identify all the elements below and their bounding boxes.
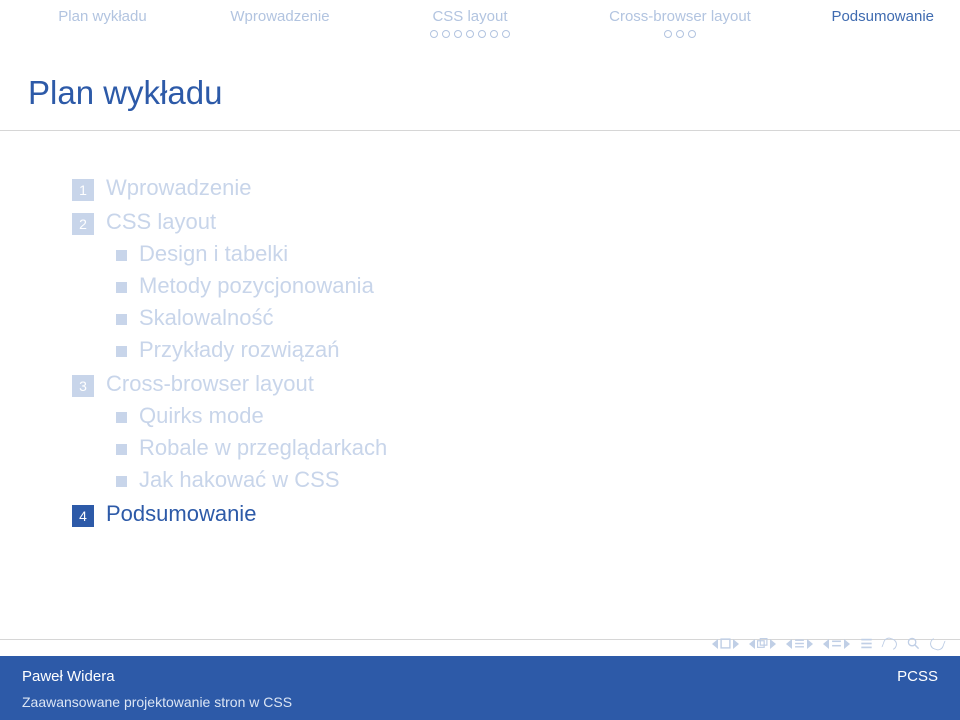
author-name: Paweł Widera [22, 668, 115, 685]
subsection-label: Design i tabelki [139, 241, 288, 267]
outline-subsection[interactable]: Robale w przeglądarkach [116, 435, 896, 461]
nav-label: Plan wykładu [52, 5, 152, 28]
subsection-label: Robale w przeglądarkach [139, 435, 387, 461]
bullet-icon [116, 314, 127, 325]
outline-list: 1 Wprowadzenie 2 CSS layout Design i tab… [72, 175, 896, 527]
progress-dot[interactable] [664, 30, 672, 38]
next-section-icon[interactable] [844, 639, 850, 649]
nav-label: Wprowadzenie [224, 5, 335, 28]
progress-dots [664, 30, 696, 38]
top-nav: Plan wykładu Wprowadzenie CSS layout Cro… [0, 0, 960, 46]
bullet-icon [116, 346, 127, 357]
section-number: 3 [72, 375, 94, 397]
search-icon[interactable] [907, 637, 920, 650]
frame-stack-icon [757, 638, 768, 649]
progress-dot[interactable] [490, 30, 498, 38]
outline-body: 1 Wprowadzenie 2 CSS layout Design i tab… [0, 130, 960, 640]
bullet-icon [116, 412, 127, 423]
outline-subsection[interactable]: Metody pozycjonowania [116, 273, 896, 299]
nav-slide-group [712, 638, 739, 649]
back-icon[interactable] [881, 635, 898, 651]
slide-frame-icon [720, 638, 731, 649]
nav-label: Cross-browser layout [603, 5, 757, 28]
presentation-subtitle: Zaawansowane projektowanie stron w CSS [22, 694, 292, 710]
nav-item-cross-browser[interactable]: Cross-browser layout [565, 5, 795, 46]
progress-dot[interactable] [502, 30, 510, 38]
prev-subsection-icon[interactable] [786, 639, 792, 649]
nav-frame-group [749, 638, 776, 649]
outline-subsection[interactable]: Skalowalność [116, 305, 896, 331]
subsection-label: Quirks mode [139, 403, 264, 429]
section-label: Wprowadzenie [106, 175, 252, 201]
next-subsection-icon[interactable] [807, 639, 813, 649]
bullet-icon [116, 444, 127, 455]
nav-section-group [823, 638, 850, 649]
bullet-icon [116, 250, 127, 261]
outline-subsection[interactable]: Design i tabelki [116, 241, 896, 267]
subsection-label: Przykłady rozwiązań [139, 337, 340, 363]
outline-subsection[interactable]: Quirks mode [116, 403, 896, 429]
progress-dot[interactable] [478, 30, 486, 38]
section-number: 1 [72, 179, 94, 201]
forward-icon[interactable] [928, 635, 945, 651]
bullet-icon [116, 476, 127, 487]
outline-section[interactable]: 1 Wprowadzenie [72, 175, 896, 201]
nav-label: Podsumowanie [825, 5, 940, 28]
progress-dots [430, 30, 510, 38]
next-slide-icon[interactable] [733, 639, 739, 649]
progress-dot[interactable] [430, 30, 438, 38]
page-title: Plan wykładu [28, 74, 932, 112]
bars-icon[interactable] [860, 637, 873, 650]
nav-subsection-group [786, 638, 813, 649]
nav-label: CSS layout [426, 5, 513, 28]
subsection-label: Metody pozycjonowania [139, 273, 374, 299]
outline-subsection[interactable]: Jak hakować w CSS [116, 467, 896, 493]
section-number: 4 [72, 505, 94, 527]
footer: Paweł Widera Zaawansowane projektowanie … [0, 656, 960, 720]
bullet-icon [116, 282, 127, 293]
nav-item-podsumowanie[interactable]: Podsumowanie [795, 5, 940, 46]
next-frame-icon[interactable] [770, 639, 776, 649]
title-container: Plan wykładu [0, 46, 960, 130]
progress-dot[interactable] [466, 30, 474, 38]
bars-short-icon [831, 638, 842, 649]
prev-section-icon[interactable] [823, 639, 829, 649]
outline-section[interactable]: 2 CSS layout [72, 209, 896, 235]
nav-item-wprowadzenie[interactable]: Wprowadzenie [185, 5, 375, 46]
section-label: Cross-browser layout [106, 371, 314, 397]
progress-dot[interactable] [442, 30, 450, 38]
progress-dot[interactable] [454, 30, 462, 38]
outline-section[interactable]: 3 Cross-browser layout [72, 371, 896, 397]
nav-item-plan[interactable]: Plan wykładu [20, 5, 185, 46]
slide-nav-icons [712, 637, 944, 650]
section-label: Podsumowanie [106, 501, 256, 527]
bars-icon [794, 638, 805, 649]
outline-subsection[interactable]: Przykłady rozwiązań [116, 337, 896, 363]
prev-frame-icon[interactable] [749, 639, 755, 649]
section-label: CSS layout [106, 209, 216, 235]
progress-dot[interactable] [676, 30, 684, 38]
section-number: 2 [72, 213, 94, 235]
nav-item-css-layout[interactable]: CSS layout [375, 5, 565, 46]
progress-dot[interactable] [688, 30, 696, 38]
subsection-label: Jak hakować w CSS [139, 467, 340, 493]
outline-section[interactable]: 4 Podsumowanie [72, 501, 896, 527]
institution: PCSS [897, 668, 938, 685]
prev-slide-icon[interactable] [712, 639, 718, 649]
subsection-label: Skalowalność [139, 305, 274, 331]
